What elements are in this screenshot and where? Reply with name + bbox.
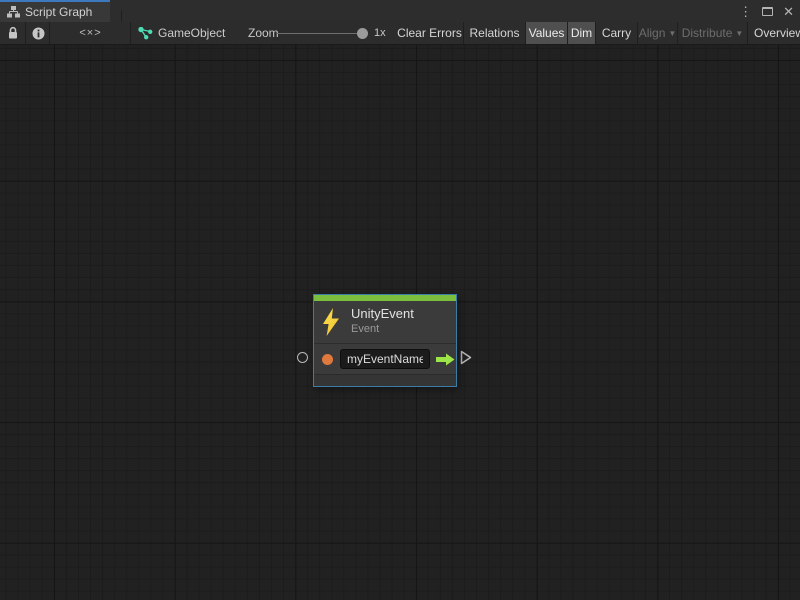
- distribute-label: Distribute: [682, 26, 733, 40]
- titlebar-divider: [121, 10, 122, 22]
- lock-icon: [7, 26, 19, 40]
- zoom-slider-knob[interactable]: [357, 28, 368, 39]
- clear-errors-label: Clear Errors: [397, 26, 462, 40]
- graph-canvas[interactable]: UnityEvent Event: [0, 45, 800, 600]
- graph-target-label: GameObject: [158, 26, 225, 40]
- node-subtitle: Event: [351, 323, 414, 336]
- window-controls: ⋮ ✕: [739, 0, 794, 22]
- dim-label: Dim: [571, 26, 592, 40]
- graph-target-chip[interactable]: GameObject: [138, 22, 225, 44]
- zoom-label: Zoom: [248, 26, 279, 40]
- lightning-bolt-icon: [322, 308, 340, 336]
- unity-event-node[interactable]: UnityEvent Event: [313, 294, 457, 387]
- align-dropdown-button: Align ▼: [638, 22, 678, 44]
- event-name-input[interactable]: [340, 349, 430, 369]
- node-port-row: [314, 343, 456, 374]
- chevron-down-icon: ▼: [735, 29, 743, 38]
- tab-label: Script Graph: [25, 5, 92, 19]
- tab-script-graph[interactable]: Script Graph: [0, 0, 110, 22]
- relations-button[interactable]: Relations: [464, 22, 526, 44]
- info-icon: [32, 27, 45, 40]
- flow-arrow-icon[interactable]: [436, 353, 455, 366]
- script-graph-window: Script Graph ⋮ ✕ <×>: [0, 0, 800, 600]
- node-header: UnityEvent Event: [314, 301, 456, 343]
- graph-target-icon: [138, 27, 153, 40]
- zoom-slider-track[interactable]: [277, 33, 368, 34]
- title-bar: Script Graph ⋮ ✕: [0, 0, 800, 22]
- clear-errors-button[interactable]: Clear Errors: [396, 22, 464, 44]
- node-input-port[interactable]: [297, 352, 308, 363]
- maximize-icon[interactable]: [762, 7, 773, 16]
- window-menu-icon[interactable]: ⋮: [739, 5, 752, 18]
- toolbar-buttons: Clear Errors Relations Values Dim Carry …: [396, 22, 800, 44]
- code-toggle-icon: <×>: [79, 27, 101, 39]
- lock-button[interactable]: [0, 22, 26, 44]
- zoom-level-value: 1x: [374, 27, 386, 39]
- align-label: Align: [639, 26, 666, 40]
- distribute-dropdown-button: Distribute ▼: [678, 22, 748, 44]
- overview-label: Overview: [754, 26, 800, 40]
- event-name-port-dot[interactable]: [322, 354, 333, 365]
- node-title: UnityEvent: [351, 307, 414, 322]
- node-titles: UnityEvent Event: [351, 307, 414, 336]
- carry-label: Carry: [602, 26, 631, 40]
- info-button[interactable]: [27, 22, 50, 44]
- graph-hierarchy-icon: [7, 6, 20, 18]
- graph-toolbar: <×> GameObject Zoom 1x Clear Errors: [0, 22, 800, 45]
- dim-toggle-button[interactable]: Dim: [568, 22, 596, 44]
- code-view-toggle-button[interactable]: <×>: [51, 22, 131, 44]
- close-icon[interactable]: ✕: [783, 5, 794, 18]
- carry-toggle-button[interactable]: Carry: [596, 22, 638, 44]
- values-toggle-button[interactable]: Values: [526, 22, 568, 44]
- values-label: Values: [529, 26, 565, 40]
- node-output-port-icon[interactable]: [460, 350, 472, 365]
- relations-label: Relations: [469, 26, 519, 40]
- chevron-down-icon: ▼: [668, 29, 676, 38]
- node-footer: [314, 374, 456, 386]
- overview-button[interactable]: Overview: [748, 22, 800, 44]
